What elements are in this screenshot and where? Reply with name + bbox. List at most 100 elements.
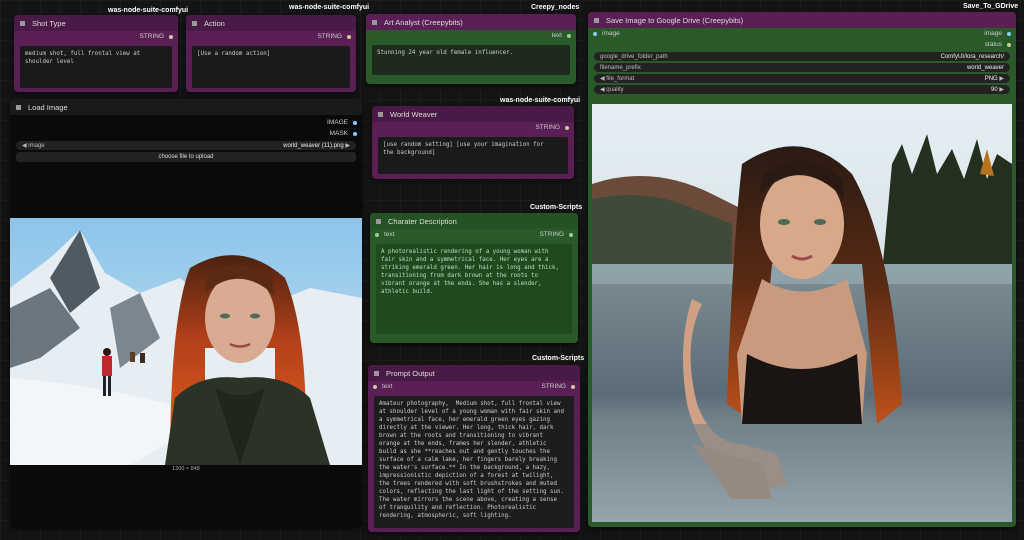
load-image-node[interactable]: Load Image IMAGE MASK ◀ image world_weav…: [10, 99, 362, 527]
output-label: IMAGE: [327, 119, 348, 126]
collapse-icon[interactable]: [376, 218, 381, 224]
node-title: Shot Type: [32, 18, 66, 28]
world-weaver-textarea[interactable]: [use random setting] [use your imaginati…: [378, 137, 568, 174]
upload-button[interactable]: choose file to upload: [16, 152, 356, 162]
node-title: World Weaver: [390, 109, 438, 119]
node-title: Prompt Output: [386, 368, 435, 378]
action-textarea[interactable]: [Use a random action]: [192, 46, 350, 88]
output-dot-icon[interactable]: [347, 34, 351, 39]
art-analyst-header[interactable]: Art Analyst (Creepybits): [366, 14, 576, 30]
collapse-icon[interactable]: [192, 20, 197, 26]
shot-type-textarea[interactable]: medium shot, full frontal view at should…: [20, 46, 172, 88]
output-dot-icon[interactable]: [1007, 31, 1011, 36]
output-dot-icon[interactable]: [353, 120, 357, 125]
action-node[interactable]: Action STRING [Use a random action]: [186, 15, 356, 92]
output-label: status: [984, 41, 1002, 48]
world-weaver-header[interactable]: World Weaver: [372, 106, 574, 122]
save-drive-node[interactable]: Save Image to Google Drive (Creepybits) …: [588, 12, 1016, 527]
collapse-icon[interactable]: [16, 104, 21, 110]
output-slot-image[interactable]: IMAGE: [10, 117, 362, 128]
input-dot-icon[interactable]: [375, 232, 379, 237]
input-dot-icon[interactable]: [593, 31, 597, 36]
output-slot[interactable]: image: [984, 30, 1011, 37]
output-label: STRING: [535, 124, 560, 131]
output-slot[interactable]: STRING: [372, 122, 574, 133]
output-slot[interactable]: STRING: [14, 31, 178, 42]
widget-quality[interactable]: ◀ quality 90 ▶: [594, 85, 1010, 94]
shot-type-header[interactable]: Shot Type: [14, 15, 178, 31]
widget-filename-prefix[interactable]: filename_prefix world_weaver: [594, 63, 1010, 72]
group-label-save-drive: Save_To_GDrive: [963, 3, 1019, 10]
collapse-icon[interactable]: [372, 19, 377, 25]
widget-value: PNG: [984, 76, 998, 82]
collapse-icon[interactable]: [378, 111, 383, 117]
shot-type-node[interactable]: Shot Type STRING medium shot, full front…: [14, 15, 178, 92]
output-dot-icon[interactable]: [1007, 42, 1011, 47]
input-image-preview: [10, 218, 362, 465]
output-slot[interactable]: STRING: [186, 31, 356, 42]
prompt-output-textarea[interactable]: Amateur photography, Medium shot, full f…: [374, 396, 574, 528]
widget-value: world_weaver: [966, 64, 1004, 71]
output-dot-icon[interactable]: [169, 34, 173, 39]
character-textarea[interactable]: A photorealistic rendering of a young wo…: [376, 244, 572, 334]
group-label-action: was-node-suite-comfyui: [289, 4, 370, 11]
art-analyst-node[interactable]: Art Analyst (Creepybits) text Stunning 2…: [366, 14, 576, 84]
widget-label: file_format: [606, 76, 635, 82]
node-title: Action: [204, 18, 225, 28]
widget-value: ComfyUI/lora_research/: [940, 53, 1004, 60]
widget-value: world_weaver (11).png: [283, 143, 344, 149]
input-label: text: [384, 231, 395, 238]
output-dot-icon[interactable]: [569, 232, 573, 237]
arrow-right-icon[interactable]: ▶: [998, 87, 1004, 93]
output-slot-mask[interactable]: MASK: [10, 128, 362, 139]
character-node[interactable]: Charater Description text STRING A photo…: [370, 213, 578, 343]
output-slot[interactable]: STRING: [541, 383, 575, 390]
art-analyst-textarea[interactable]: Stunning 24 year old female influencer.: [372, 45, 570, 75]
widget-value: 90: [991, 87, 998, 93]
collapse-icon[interactable]: [20, 20, 25, 26]
output-dot-icon[interactable]: [567, 33, 571, 38]
widget-label: quality: [606, 87, 624, 93]
load-image-header[interactable]: Load Image: [10, 99, 362, 115]
input-slot[interactable]: text: [375, 231, 394, 238]
arrow-right-icon[interactable]: ▶: [998, 76, 1004, 82]
output-slot-status[interactable]: status: [588, 39, 1016, 50]
output-dot-icon[interactable]: [571, 384, 575, 389]
group-label-art-analyst: Creepy_nodes: [531, 4, 580, 11]
node-title: Load Image: [28, 102, 68, 112]
input-label: image: [602, 30, 620, 37]
output-dot-icon[interactable]: [353, 131, 357, 136]
input-label: text: [382, 383, 393, 390]
group-label-world-weaver: was-node-suite-comfyui: [500, 97, 581, 104]
output-slot[interactable]: STRING: [539, 231, 573, 238]
output-label: text: [551, 32, 562, 39]
action-header[interactable]: Action: [186, 15, 356, 31]
widget-file-format[interactable]: ◀ file_format PNG ▶: [594, 74, 1010, 83]
arrow-right-icon[interactable]: ▶: [344, 143, 350, 149]
widget-label: image: [28, 143, 45, 149]
output-label: STRING: [541, 383, 566, 390]
output-slot[interactable]: text: [366, 30, 576, 41]
widget-label: filename_prefix: [600, 64, 641, 71]
input-slot[interactable]: text: [373, 383, 392, 390]
widget-image-select[interactable]: ◀ image world_weaver (11).png ▶: [16, 141, 356, 150]
input-slot[interactable]: image: [593, 30, 620, 37]
group-label-shot-type: was-node-suite-comfyui: [108, 7, 189, 14]
character-header[interactable]: Charater Description: [370, 213, 578, 229]
node-title: Save Image to Google Drive (Creepybits): [606, 15, 744, 25]
node-title: Charater Description: [388, 216, 457, 226]
save-drive-header[interactable]: Save Image to Google Drive (Creepybits): [588, 12, 1016, 28]
prompt-output-header[interactable]: Prompt Output: [368, 365, 580, 381]
group-label-prompt-output: Custom-Scripts: [532, 355, 585, 362]
widget-folder-path[interactable]: google_drive_folder_path ComfyUI/lora_re…: [594, 52, 1010, 61]
world-weaver-node[interactable]: World Weaver STRING [use random setting]…: [372, 106, 574, 179]
prompt-output-node[interactable]: Prompt Output text STRING Amateur photog…: [368, 365, 580, 532]
output-label: STRING: [539, 231, 564, 238]
collapse-icon[interactable]: [594, 17, 599, 23]
output-label: STRING: [317, 33, 342, 40]
collapse-icon[interactable]: [374, 370, 379, 376]
output-label: MASK: [329, 130, 348, 137]
input-dot-icon[interactable]: [373, 384, 377, 389]
output-dot-icon[interactable]: [565, 125, 569, 130]
prompt-output-slot-row: text STRING: [368, 381, 580, 392]
